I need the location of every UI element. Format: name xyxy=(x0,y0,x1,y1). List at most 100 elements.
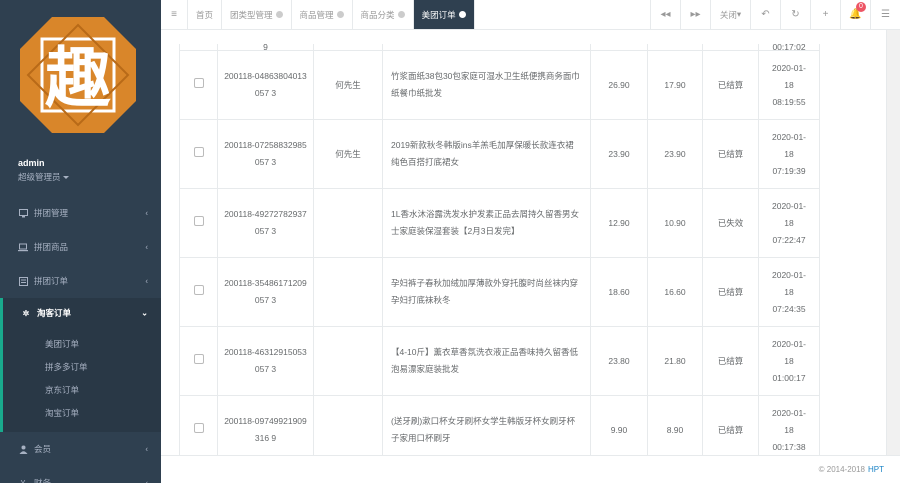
chevron-left-icon: ‹ xyxy=(145,242,148,252)
table-row[interactable]: 200118-09749921909316 9 (送牙刷)漱口杯女牙刷杯女学生韩版… xyxy=(179,395,820,455)
date-line: 18 xyxy=(784,217,794,228)
date-line: 2020-01- xyxy=(771,338,807,349)
cell-date: 2020-01- 18 07:24:35 xyxy=(758,257,820,327)
backward-icon: ◂◂ xyxy=(660,9,671,20)
tab-product-category[interactable]: 商品分类 xyxy=(353,0,414,29)
user-role: 超级管理员 xyxy=(18,172,61,182)
refresh-button[interactable]: ↻ xyxy=(780,0,810,29)
sidebar-item-label: 拼团订单 xyxy=(34,276,69,286)
cell-status: 已结算 xyxy=(702,50,759,120)
cell-order-no: 200118-49272782937057 3 xyxy=(217,188,314,258)
close-icon[interactable] xyxy=(275,11,283,18)
date-line: 2020-01- xyxy=(771,131,807,142)
cell-status: 已结算 xyxy=(702,119,759,189)
table-row[interactable]: 200118-35486171209057 3 孕妇裤子春秋加绒加厚薄款外穿托腹时… xyxy=(179,257,820,327)
date-line: 18 xyxy=(784,424,794,435)
close-dropdown-label: 关闭 xyxy=(719,9,737,20)
sidebar-subitem-jd[interactable]: 京东订单 xyxy=(3,378,161,401)
tab-label: 美团订单 xyxy=(421,9,456,20)
sidebar-subitem-taobao[interactable]: 淘宝订单 xyxy=(3,401,161,424)
forward-icon: ▸▸ xyxy=(690,9,701,20)
table-row[interactable]: 200118-49272782937057 3 1L香水沐浴露洗发水护发素正品去屑… xyxy=(179,188,820,258)
sidebar-item-group-management[interactable]: 拼团管理 ‹ xyxy=(0,196,161,230)
scroll-tabs-left-button[interactable]: ◂◂ xyxy=(650,0,680,29)
tab-product-management[interactable]: 商品管理 xyxy=(292,0,353,29)
cell-user xyxy=(313,257,383,327)
settings-button[interactable]: ☰ xyxy=(870,0,900,29)
user-profile[interactable]: admin 超级管理员 xyxy=(18,158,69,183)
tab-meituan-orders[interactable]: 美团订单 xyxy=(413,0,475,29)
footer: © 2014-2018 HPT xyxy=(161,455,900,483)
cell-user xyxy=(313,326,383,396)
plus-icon: + xyxy=(822,9,829,20)
close-icon[interactable] xyxy=(336,11,344,18)
main-content: 9 00:17:02 200118-04863804013057 3 何先生 竹浆面… xyxy=(161,30,900,455)
table-row[interactable]: 200118-46312915053057 3 【4-10斤】薰衣草香氛洗衣液正品… xyxy=(179,326,820,396)
user-role-dropdown[interactable]: 超级管理员 xyxy=(18,171,69,183)
row-checkbox[interactable] xyxy=(193,146,204,157)
cell-order-no: 200118-46312915053057 3 xyxy=(217,326,314,396)
table-row[interactable]: 200118-07258832985057 3 何先生 2019新款秋冬韩版ins羊… xyxy=(179,119,820,189)
sidebar-nav: 拼团管理 ‹ 拼团商品 ‹ 拼团订单 ‹ ✲ 淘客订单 ⌄ 美团订单 拼多多订单… xyxy=(0,196,161,483)
cell-checkbox xyxy=(179,326,218,396)
monitor-icon xyxy=(18,208,28,218)
fullscreen-button[interactable]: + xyxy=(810,0,840,29)
cell-title: 孕妇裤子春秋加绒加厚薄款外穿托腹时尚丝袜内穿孕妇打底袜秋冬 xyxy=(382,257,591,327)
tab-label: 商品管理 xyxy=(299,9,334,20)
cell-title: (送牙刷)漱口杯女牙刷杯女学生韩版牙杯女刷牙杯子家用口杯刷牙 xyxy=(382,395,591,455)
close-icon[interactable] xyxy=(458,11,466,18)
cell-checkbox xyxy=(179,119,218,189)
row-checkbox[interactable] xyxy=(193,353,204,364)
row-checkbox[interactable] xyxy=(193,284,204,295)
sidebar-item-finance[interactable]: ¥ 财务 ‹ xyxy=(0,466,161,483)
sidebar: 趣 admin 超级管理员 拼团管理 ‹ 拼团商品 ‹ 拼团订单 ‹ ✲ 淘客订… xyxy=(0,0,161,483)
date-line: 07:24:35 xyxy=(772,303,806,314)
cell-date: 2020-01- 18 08:19:55 xyxy=(758,50,820,120)
row-checkbox[interactable] xyxy=(193,422,204,433)
sidebar-item-group-orders[interactable]: 拼团订单 ‹ xyxy=(0,264,161,298)
cell-user xyxy=(313,395,383,455)
date-line: 2020-01- xyxy=(771,200,807,211)
sidebar-item-group-products[interactable]: 拼团商品 ‹ xyxy=(0,230,161,264)
cell-checkbox xyxy=(179,395,218,455)
copyright-text: © 2014-2018 xyxy=(818,465,865,474)
brand-link[interactable]: HPT xyxy=(868,465,884,474)
menu-toggle-button[interactable]: ≡ xyxy=(161,0,188,29)
notification-badge: 0 xyxy=(856,2,866,12)
scroll-tabs-right-button[interactable]: ▸▸ xyxy=(680,0,710,29)
cell-price: 23.90 xyxy=(590,119,648,189)
table-row[interactable]: 200118-04863804013057 3 何先生 竹浆面纸38包30包家庭可湿… xyxy=(179,50,820,120)
sidebar-subitem-pinduoduo[interactable]: 拼多多订单 xyxy=(3,355,161,378)
cell-status: 已结算 xyxy=(702,395,759,455)
tab-group-type[interactable]: 团类型管理 xyxy=(222,0,292,29)
sidebar-item-taoke-orders[interactable]: ✲ 淘客订单 ⌄ xyxy=(0,298,161,328)
close-tabs-dropdown[interactable]: 关闭 ▾ xyxy=(710,0,750,29)
tab-home[interactable]: 首页 xyxy=(188,0,223,29)
logo-image: 趣 xyxy=(20,17,136,133)
cell-title: 2019新款秋冬韩版ins羊羔毛加厚保暖长款连衣裙纯色百搭打底裙女 xyxy=(382,119,591,189)
scrollbar[interactable] xyxy=(886,30,900,455)
back-button[interactable]: ↶ xyxy=(750,0,780,29)
notifications-button[interactable]: 🔔 0 xyxy=(840,0,870,29)
sidebar-item-members[interactable]: 会员 ‹ xyxy=(0,432,161,466)
date-line: 2020-01- xyxy=(771,407,807,418)
row-checkbox[interactable] xyxy=(193,215,204,226)
gear-icon: ✲ xyxy=(22,308,30,318)
tab-label: 商品分类 xyxy=(360,9,395,20)
hamburger-icon: ≡ xyxy=(171,9,177,20)
caret-down-icon: ▾ xyxy=(736,9,742,19)
row-checkbox[interactable] xyxy=(193,77,204,88)
undo-icon: ↶ xyxy=(761,9,770,20)
list-icon xyxy=(18,276,28,286)
chevron-left-icon: ‹ xyxy=(145,208,148,218)
cell-price: 9.90 xyxy=(590,395,648,455)
sidebar-item-label: 拼团管理 xyxy=(34,208,69,218)
sidebar-subitem-meituan[interactable]: 美团订单 xyxy=(3,332,161,355)
cell-order-no: 200118-07258832985057 3 xyxy=(217,119,314,189)
chevron-left-icon: ‹ xyxy=(145,276,148,286)
close-icon[interactable] xyxy=(397,11,405,18)
cell-pay: 16.60 xyxy=(647,257,703,327)
sidebar-item-label: 淘客订单 xyxy=(37,308,72,318)
cell-date: 2020-01- 18 07:22:47 xyxy=(758,188,820,258)
date-line: 18 xyxy=(784,79,794,90)
